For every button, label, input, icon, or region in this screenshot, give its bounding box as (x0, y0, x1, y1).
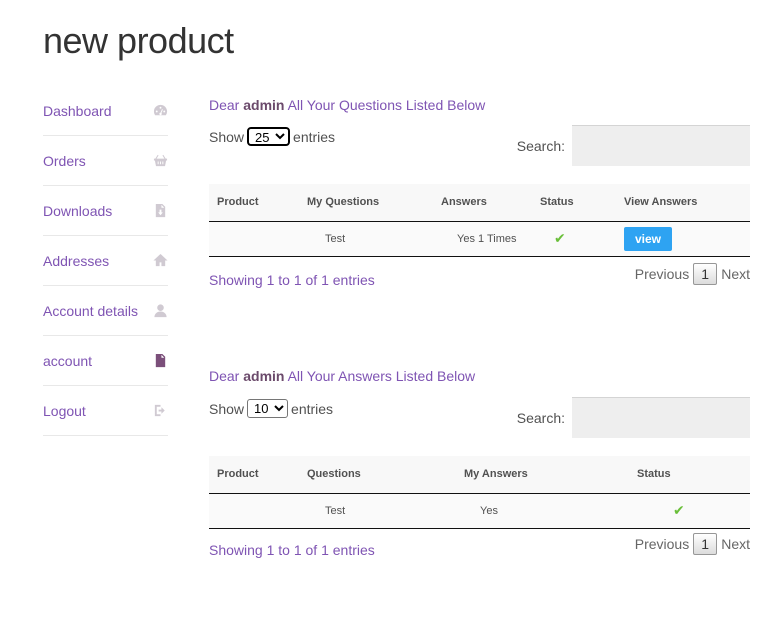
greeting-prefix: Dear (209, 368, 244, 384)
sidebar-item-addresses[interactable]: Addresses (43, 236, 168, 286)
questions-entries-select[interactable]: 25 (247, 127, 291, 146)
questions-search: Search: (517, 125, 750, 166)
previous-page-button[interactable]: Previous (635, 266, 689, 282)
user-icon (152, 303, 168, 319)
questions-greeting: Dear admin All Your Questions Listed Bel… (209, 97, 485, 113)
status-cell: ✔ (532, 221, 616, 256)
questions-table-info: Showing 1 to 1 of 1 entries (209, 272, 375, 288)
sidebar-item-account[interactable]: account (43, 336, 168, 386)
home-icon (152, 253, 168, 269)
next-page-button[interactable]: Next (721, 266, 750, 282)
action-cell: view (616, 221, 750, 256)
page-title: new product (43, 20, 234, 61)
questions-pagination: Previous 1 Next (635, 263, 750, 285)
column-header[interactable]: Status (629, 456, 750, 494)
basket-icon (152, 153, 168, 169)
greeting-prefix: Dear (209, 97, 244, 113)
product-cell (209, 221, 299, 256)
column-header[interactable]: Status (532, 184, 616, 222)
sidebar-item-label: Downloads (43, 202, 113, 219)
table-row: Test Yes 1 Times ✔ view (209, 221, 750, 256)
sidebar-item-account-details[interactable]: Account details (43, 286, 168, 336)
answers-greeting: Dear admin All Your Answers Listed Below (209, 368, 475, 384)
file-download-icon (152, 203, 168, 219)
column-header[interactable]: Product (209, 184, 299, 222)
answers-table-info: Showing 1 to 1 of 1 entries (209, 542, 375, 558)
answers-search: Search: (517, 397, 750, 438)
column-header[interactable]: Questions (299, 456, 456, 494)
column-header[interactable]: Product (209, 456, 299, 494)
page-number-button[interactable]: 1 (693, 533, 718, 555)
column-header[interactable]: My Answers (456, 456, 629, 494)
table-row: Test Yes ✔ (209, 493, 750, 528)
question-cell: Test (325, 504, 346, 517)
sidebar-item-label: Addresses (43, 252, 110, 269)
entries-label: entries (291, 400, 334, 417)
answers-entries-select[interactable]: 10 (247, 399, 289, 418)
previous-page-button[interactable]: Previous (635, 536, 689, 552)
greeting-username: admin (243, 368, 285, 384)
check-icon: ✔ (554, 230, 566, 246)
show-label: Show (209, 128, 245, 145)
greeting-suffix: All Your Answers Listed Below (284, 368, 476, 384)
search-label: Search: (516, 409, 565, 426)
sign-out-icon (152, 403, 168, 419)
view-answers-button[interactable]: view (624, 226, 673, 251)
sidebar-item-dashboard[interactable]: Dashboard (43, 86, 168, 136)
product-cell (209, 493, 299, 528)
sidebar-item-label: Account details (43, 302, 138, 319)
sidebar-item-orders[interactable]: Orders (43, 136, 168, 186)
answers-search-input[interactable] (572, 397, 750, 438)
questions-search-input[interactable] (572, 125, 750, 166)
page: new product Dashboard Orders Downloads A… (0, 0, 773, 618)
answers-cell: Yes 1 Times (457, 232, 517, 245)
questions-length-control: Show 25 entries (209, 127, 335, 146)
column-header[interactable]: Answers (433, 184, 532, 222)
page-number-button[interactable]: 1 (693, 263, 718, 285)
sidebar-item-label: Orders (43, 152, 86, 169)
check-icon: ✔ (673, 502, 685, 518)
question-cell: Test (325, 232, 346, 245)
greeting-suffix: All Your Questions Listed Below (284, 97, 486, 113)
file-text-icon (152, 353, 168, 369)
sidebar-item-label: account (43, 352, 93, 369)
table-header-row: Product Questions My Answers Status (209, 456, 750, 494)
show-label: Show (209, 400, 245, 417)
search-label: Search: (516, 137, 565, 154)
sidebar-item-label: Logout (43, 402, 86, 419)
column-header[interactable]: My Questions (299, 184, 433, 222)
column-header[interactable]: View Answers (616, 184, 750, 222)
status-cell: ✔ (629, 493, 750, 528)
sidebar-item-label: Dashboard (43, 102, 112, 119)
account-navigation: Dashboard Orders Downloads Addresses Acc… (43, 86, 168, 436)
dashboard-icon (152, 103, 168, 119)
next-page-button[interactable]: Next (721, 536, 750, 552)
greeting-username: admin (243, 97, 285, 113)
sidebar-item-downloads[interactable]: Downloads (43, 186, 168, 236)
table-header-row: Product My Questions Answers Status View… (209, 184, 750, 222)
answers-table: Product Questions My Answers Status Test… (209, 456, 750, 529)
sidebar-item-logout[interactable]: Logout (43, 386, 168, 436)
answers-pagination: Previous 1 Next (635, 533, 750, 555)
answer-cell: Yes (480, 504, 498, 517)
answers-length-control: Show 10 entries (209, 399, 333, 418)
questions-table: Product My Questions Answers Status View… (209, 184, 750, 257)
entries-label: entries (293, 128, 336, 145)
